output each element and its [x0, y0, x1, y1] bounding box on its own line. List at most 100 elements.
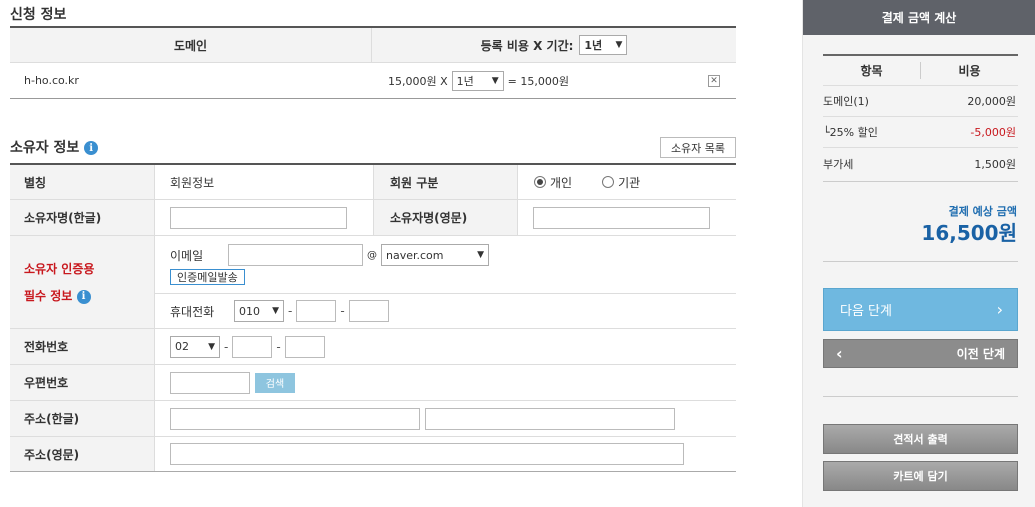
alias-row: 별칭 회원정보 회원 구분 개인 기관 — [10, 165, 736, 200]
phone-label: 전화번호 — [10, 329, 155, 364]
email-domain-select[interactable]: naver.com ▼ — [381, 244, 489, 266]
print-quote-button[interactable]: 견적서 출력 — [823, 424, 1018, 454]
phone-prefix-select[interactable]: 02 ▼ — [170, 335, 220, 358]
chevron-right-icon: › — [996, 300, 1003, 319]
email-at: @ — [367, 249, 377, 261]
period-select-value: 1년 — [456, 74, 474, 88]
email-id-input[interactable] — [228, 244, 363, 266]
radio-org-label: 기관 — [618, 175, 641, 190]
zip-cell: 검색 — [155, 365, 295, 400]
prev-step-label: 이전 단계 — [956, 347, 1005, 361]
name-row: 소유자명(한글) 소유자명(영문) — [10, 200, 736, 236]
fee-column-header: 등록 비용 X 기간: 1년 ▼ — [372, 28, 736, 62]
chevron-down-icon: ▼ — [491, 75, 499, 86]
addr-eng-row: 주소(영문) — [10, 437, 736, 472]
mobile-last-input[interactable] — [348, 300, 389, 322]
zip-label: 우편번호 — [10, 365, 155, 400]
chevron-down-icon: ▼ — [477, 250, 484, 260]
item-cost: -5,000원 — [970, 126, 1016, 139]
name-eng-input[interactable] — [533, 206, 710, 229]
period-select-all[interactable]: 1년 ▼ — [579, 35, 628, 55]
addr-kor-cell — [155, 401, 675, 436]
fee-column-label: 등록 비용 X 기간: — [480, 38, 574, 53]
info-icon[interactable]: i — [76, 289, 91, 304]
alias-value: 회원정보 — [170, 175, 215, 190]
item-cost: 20,000원 — [967, 95, 1016, 108]
table-row: 부가세 1,500원 — [823, 148, 1018, 179]
payment-sidebar: 결제 금액 계산 항목 비용 도메인(1) 20,000원 └25% 할인 -5… — [802, 0, 1035, 507]
domain-cell: h-ho.co.kr — [24, 74, 79, 87]
addr-eng-input[interactable] — [170, 443, 684, 465]
phone-last-input[interactable] — [284, 335, 325, 358]
domain-column-header: 도메인 — [10, 28, 372, 62]
main-content: 신청 정보 도메인 등록 비용 X 기간: 1년 ▼ h-ho.co.kr 15… — [10, 0, 736, 507]
addr-kor-row: 주소(한글) — [10, 401, 736, 437]
info-icon[interactable]: i — [84, 141, 99, 155]
next-step-button[interactable]: 다음 단계 › — [823, 288, 1018, 331]
item-name: 도메인(1) — [823, 95, 869, 108]
verify-fields: 이메일 @ naver.com ▼ 인증메일발송 휴대전화 010 ▼ - - — [155, 236, 736, 328]
price-text: 15,000원 X — [388, 74, 448, 88]
chevron-left-icon: ‹ — [836, 344, 843, 363]
period-select[interactable]: 1년 ▼ — [451, 70, 504, 91]
application-header: 도메인 등록 비용 X 기간: 1년 ▼ — [10, 28, 736, 63]
phone-row: 전화번호 02 ▼ - - — [10, 329, 736, 365]
email-line: 이메일 @ naver.com ▼ — [170, 244, 736, 266]
verify-label-line1: 소유자 인증용 — [24, 262, 95, 276]
item-name: └25% 할인 — [823, 126, 878, 139]
verify-row: 소유자 인증용 필수 정보 i 이메일 @ naver.com ▼ 인증메일발송… — [10, 236, 736, 329]
radio-org[interactable] — [602, 176, 615, 188]
send-verify-mail-button[interactable]: 인증메일발송 — [170, 269, 245, 285]
dash: - — [224, 339, 229, 354]
owner-title-text: 소유자 정보 — [10, 140, 80, 156]
radio-individual-label: 개인 — [550, 175, 573, 190]
add-to-cart-button[interactable]: 카트에 담기 — [823, 461, 1018, 491]
chevron-down-icon: ▼ — [208, 341, 215, 352]
total-value: 16,500원 — [921, 221, 1017, 245]
name-kor-label: 소유자명(한글) — [10, 200, 155, 235]
mobile-prefix-select[interactable]: 010 ▼ — [234, 300, 284, 322]
mobile-mid-input[interactable] — [296, 300, 337, 322]
zip-input[interactable] — [170, 371, 250, 394]
zip-search-button[interactable]: 검색 — [255, 372, 295, 393]
cost-table-header: 항목 비용 — [823, 54, 1018, 86]
verify-button-wrap: 인증메일발송 — [170, 269, 736, 285]
period-select-all-value: 1년 — [584, 39, 603, 52]
addr-kor-input-2[interactable] — [425, 407, 675, 430]
mobile-label: 휴대전화 — [170, 304, 215, 319]
divider — [823, 396, 1018, 397]
zip-row: 우편번호 검색 — [10, 365, 736, 401]
table-row: 도메인(1) 20,000원 — [823, 86, 1018, 117]
divider — [823, 181, 1018, 182]
phone-mid-input[interactable] — [232, 335, 273, 358]
divider — [823, 261, 1018, 262]
alias-label: 별칭 — [10, 165, 155, 199]
price-result: = 15,000원 — [507, 74, 569, 88]
member-type-options: 개인 기관 — [518, 165, 640, 199]
dash: - — [288, 304, 293, 318]
owner-table: 별칭 회원정보 회원 구분 개인 기관 소유자명(한글) 소유자명(영문) 소유… — [10, 163, 736, 472]
owner-list-button[interactable]: 소유자 목록 — [660, 137, 736, 158]
prev-step-button[interactable]: ‹ 이전 단계 — [823, 339, 1018, 368]
member-type-label: 회원 구분 — [373, 165, 518, 199]
addr-eng-label: 주소(영문) — [10, 437, 155, 471]
dash: - — [340, 304, 345, 318]
email-group: 이메일 @ naver.com ▼ 인증메일발송 — [155, 236, 736, 294]
addr-kor-input-1[interactable] — [170, 407, 420, 430]
item-name: 부가세 — [823, 157, 854, 171]
addr-eng-cell — [155, 437, 684, 471]
radio-individual[interactable] — [534, 176, 546, 188]
owner-title: 소유자 정보 i — [10, 137, 99, 157]
application-table: 도메인 등록 비용 X 기간: 1년 ▼ h-ho.co.kr 15,000원 … — [10, 26, 736, 99]
verify-label-line2: 필수 정보 — [24, 289, 73, 303]
name-kor-input[interactable] — [170, 206, 347, 229]
name-eng-label: 소유자명(영문) — [373, 200, 518, 235]
phone-prefix-value: 02 — [175, 340, 189, 353]
mobile-prefix-value: 010 — [239, 304, 260, 318]
verify-label: 소유자 인증용 필수 정보 i — [10, 236, 155, 328]
cost-column-header: 비용 — [958, 64, 981, 78]
email-domain-value: naver.com — [386, 248, 444, 262]
fee-cell: 15,000원 X 1년 ▼ = 15,000원 ✕ — [372, 63, 736, 98]
remove-domain-icon[interactable]: ✕ — [708, 74, 720, 87]
item-cost: 1,500원 — [974, 157, 1016, 171]
